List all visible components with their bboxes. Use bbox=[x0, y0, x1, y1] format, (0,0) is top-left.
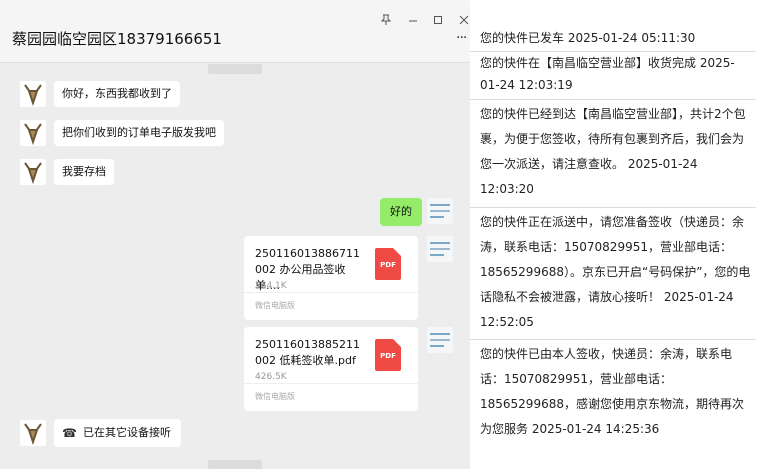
self-avatar[interactable] bbox=[427, 327, 453, 353]
tracking-entry: 您的快件在【南昌临空营业部】收货完成 2025-01-24 12:03:19 bbox=[470, 52, 756, 100]
pdf-file-icon: PDF bbox=[375, 248, 401, 280]
more-options-icon[interactable]: ··· bbox=[456, 30, 467, 46]
pin-icon[interactable] bbox=[380, 14, 392, 29]
file-message[interactable]: 250116013886711002 办公用品签收单.... PDF 384.1… bbox=[244, 236, 418, 320]
message-bubble[interactable]: 我要存档 bbox=[54, 159, 114, 185]
self-avatar[interactable] bbox=[427, 198, 453, 224]
file-size: 426.5K bbox=[255, 372, 287, 382]
tracking-entry: 您的快件正在派送中，请您准备签收（快递员：余涛，联系电话：15070829951… bbox=[470, 208, 756, 340]
file-source: 微信电脑版 bbox=[244, 383, 418, 411]
chat-title-bar: 蔡园园临空园区18379166651 ··· bbox=[0, 0, 470, 63]
avatar[interactable] bbox=[20, 420, 46, 446]
phone-hangup-icon: ☎ bbox=[62, 426, 77, 440]
minimize-icon[interactable] bbox=[408, 14, 418, 29]
call-text: 已在其它设备接听 bbox=[82, 426, 171, 439]
pdf-file-icon: PDF bbox=[375, 339, 401, 371]
file-name: 250116013885211002 低耗签收单.pdf bbox=[255, 338, 360, 367]
timestamp-divider bbox=[208, 64, 262, 74]
file-size: 384.1K bbox=[255, 281, 287, 291]
chat-window: 蔡园园临空园区18379166651 ··· 你好，东西我都收到了 把你们收到的… bbox=[0, 0, 470, 469]
avatar[interactable] bbox=[20, 159, 46, 185]
avatar[interactable] bbox=[20, 120, 46, 146]
call-notice[interactable]: ☎ 已在其它设备接听 bbox=[54, 419, 181, 447]
timestamp-divider bbox=[208, 460, 262, 469]
chat-title: 蔡园园临空园区18379166651 bbox=[12, 30, 222, 48]
message-bubble[interactable]: 你好，东西我都收到了 bbox=[54, 81, 180, 107]
message-bubble[interactable]: 把你们收到的订单电子版发我吧 bbox=[54, 120, 224, 146]
tracking-panel: 您的快件已发车 2025-01-24 05:11:30 您的快件在【南昌临空营业… bbox=[470, 0, 760, 469]
tracking-entry: 您的快件已由本人签收，快递员：余涛，联系电话：15070829951，营业部电话… bbox=[470, 340, 756, 450]
self-avatar[interactable] bbox=[427, 236, 453, 262]
tracking-entry: 您的快件已经到达【南昌临空营业部】，共计2个包裹，为便于您签收，待所有包裹到齐后… bbox=[470, 100, 756, 208]
maximize-icon[interactable] bbox=[433, 14, 443, 29]
file-message[interactable]: 250116013885211002 低耗签收单.pdf PDF 426.5K … bbox=[244, 327, 418, 411]
file-source: 微信电脑版 bbox=[244, 292, 418, 320]
tracking-entry: 您的快件已发车 2025-01-24 05:11:30 bbox=[470, 27, 756, 52]
avatar[interactable] bbox=[20, 81, 46, 107]
message-bubble-self[interactable]: 好的 bbox=[380, 198, 422, 226]
close-icon[interactable] bbox=[459, 14, 469, 29]
